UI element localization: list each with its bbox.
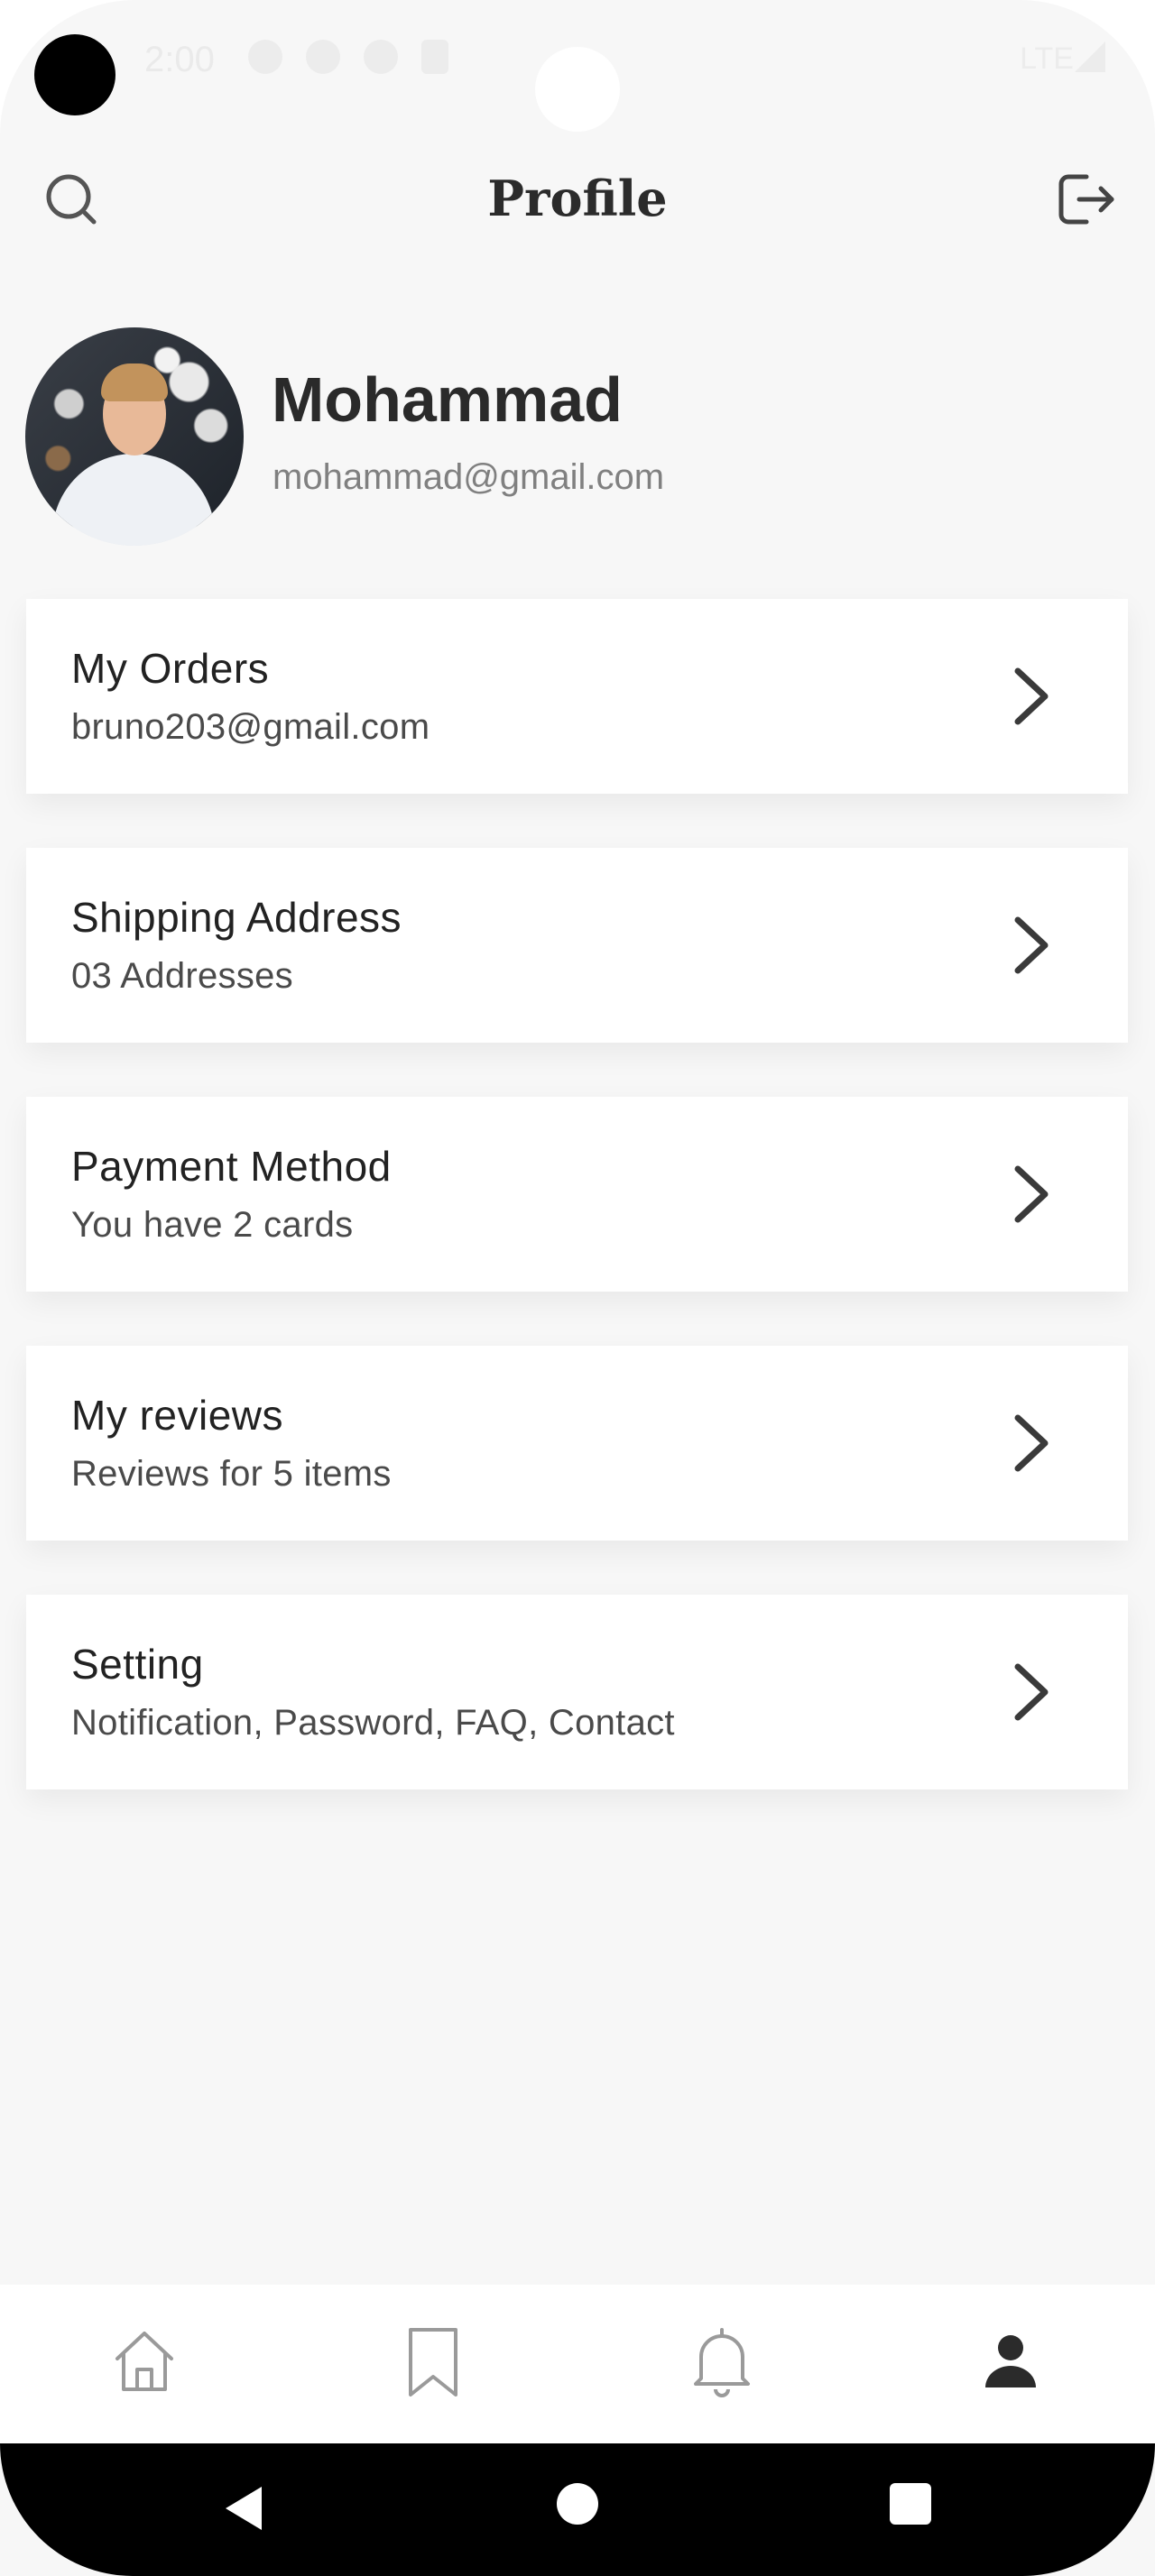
menu-item-title: Payment Method [71,1143,392,1190]
profile-icon [985,2335,1036,2387]
home-button[interactable] [557,2483,598,2525]
menu-item-title: My reviews [71,1392,284,1439]
status-bar: 2:00 LTE [0,0,1155,132]
menu-item-title: Setting [71,1641,204,1688]
profile-summary: Mohammad mohammad@gmail.com [25,327,1135,546]
bell-icon [694,2328,750,2397]
network-label: LTE [1020,41,1074,76]
back-icon[interactable] [217,2481,271,2535]
status-time: 2:00 [144,40,215,79]
settings-icon [248,40,282,74]
wifi-off-icon [364,40,398,74]
menu-item-subtitle: You have 2 cards [71,1205,354,1245]
menu-item-subtitle: Notification, Password, FAQ, Contact [71,1703,675,1743]
profile-name: Mohammad [272,364,623,435]
menu-item-my-orders[interactable]: My Orders bruno203@gmail.com [26,599,1128,794]
chevron-right-icon [1014,667,1049,725]
chevron-right-icon [1014,1414,1049,1472]
chevron-right-icon [1014,1663,1049,1721]
menu-item-setting[interactable]: Setting Notification, Password, FAQ, Con… [26,1595,1128,1789]
phone-screen: 2:00 LTE Profile Mohammad mohammad@gmail… [0,0,1155,2576]
nav-profile[interactable] [970,2321,1051,2402]
logout-button[interactable] [1052,166,1119,233]
bookmark-icon [409,2328,457,2397]
page-title: Profile [487,170,668,227]
menu-item-shipping-address[interactable]: Shipping Address 03 Addresses [26,848,1128,1043]
signal-icon [1075,41,1105,72]
camera-cutout [34,34,116,115]
app-header: Profile [0,153,1155,244]
menu-item-subtitle: 03 Addresses [71,956,293,996]
menu-item-subtitle: bruno203@gmail.com [71,707,430,747]
chevron-right-icon [1014,916,1049,974]
avatar[interactable] [25,327,244,546]
front-camera [535,47,620,132]
profile-menu: My Orders bruno203@gmail.com Shipping Ad… [26,599,1128,1844]
bottom-navigation [0,2285,1155,2443]
chevron-right-icon [1014,1165,1049,1223]
menu-item-payment-method[interactable]: Payment Method You have 2 cards [26,1097,1128,1292]
notification-icons [248,40,448,74]
home-icon [116,2332,173,2391]
logout-icon [1058,174,1114,225]
settings-icon [306,40,340,74]
menu-item-my-reviews[interactable]: My reviews Reviews for 5 items [26,1346,1128,1541]
menu-item-title: My Orders [71,645,270,692]
system-navigation-bar [0,2443,1155,2576]
nav-bookmark[interactable] [393,2321,474,2402]
nav-home[interactable] [104,2321,185,2402]
menu-item-title: Shipping Address [71,894,402,941]
profile-email: mohammad@gmail.com [273,457,665,497]
sd-card-icon [421,40,448,74]
menu-item-subtitle: Reviews for 5 items [71,1454,392,1494]
recent-apps-button[interactable] [890,2483,931,2525]
nav-notifications[interactable] [681,2321,762,2402]
